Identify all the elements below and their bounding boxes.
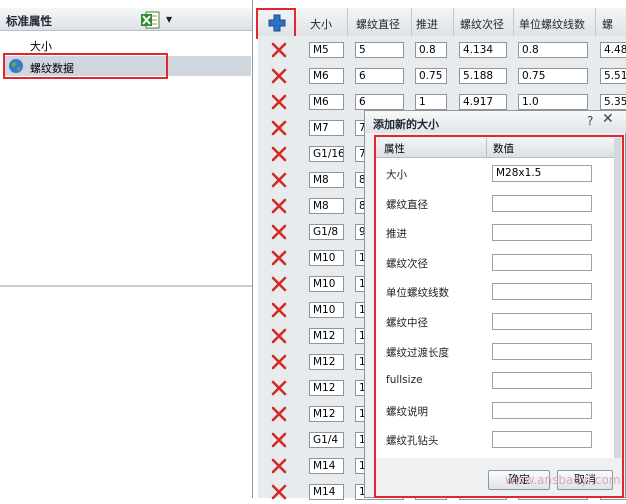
delete-x-icon[interactable] (270, 379, 288, 397)
watermark: www.ansbaoyi.com (505, 473, 621, 487)
delete-x-icon[interactable] (270, 67, 288, 85)
panel-title: 标准属性 (6, 14, 52, 28)
col-separator (453, 8, 454, 36)
delete-x-icon[interactable] (270, 275, 288, 293)
table-cell[interactable]: M10 (309, 276, 344, 292)
table-cell[interactable]: 6 (355, 94, 404, 110)
delete-x-icon[interactable] (270, 353, 288, 371)
delete-x-icon[interactable] (270, 41, 288, 59)
table-cell[interactable]: M12 (309, 354, 344, 370)
table-cell[interactable]: G1/16 (309, 146, 344, 162)
table-cell[interactable]: M14 (309, 458, 344, 474)
delete-x-icon[interactable] (270, 223, 288, 241)
delete-x-icon[interactable] (270, 171, 288, 189)
col-header-threads-per-unit[interactable]: 单位螺纹线数 (519, 16, 585, 32)
dialog-title: 添加新的大小 (373, 118, 439, 131)
table-cell[interactable]: 5.188 (459, 68, 507, 84)
table-cell[interactable]: M6 (309, 94, 344, 110)
delete-x-icon[interactable] (270, 197, 288, 215)
panel-splitter[interactable] (0, 285, 253, 287)
col-header-size[interactable]: 大小 (310, 16, 332, 32)
highlight-box (374, 135, 624, 498)
table-cell[interactable]: 0.75 (415, 68, 447, 84)
table-cell[interactable]: M10 (309, 250, 344, 266)
col-header-pitch[interactable]: 推进 (416, 16, 438, 32)
delete-x-icon[interactable] (270, 457, 288, 475)
table-cell[interactable]: 4.48 (600, 42, 626, 58)
col-separator (411, 8, 412, 36)
delete-x-icon[interactable] (270, 483, 288, 501)
close-icon[interactable]: ✕ (602, 111, 614, 127)
highlight-box (3, 53, 168, 79)
col-header-diameter[interactable]: 螺纹直径 (356, 16, 400, 32)
table-cell[interactable]: M12 (309, 328, 344, 344)
table-cell[interactable]: 6 (355, 68, 404, 84)
delete-x-icon[interactable] (270, 327, 288, 345)
panel-divider (252, 0, 253, 498)
excel-icon[interactable] (140, 11, 160, 29)
col-separator (595, 8, 596, 36)
col-separator (347, 8, 348, 36)
delete-x-icon[interactable] (270, 119, 288, 137)
table-cell[interactable]: M6 (309, 68, 344, 84)
help-icon[interactable]: ? (587, 114, 593, 128)
table-cell[interactable]: 0.8 (518, 42, 588, 58)
table-cell[interactable]: 5.35 (600, 94, 626, 110)
highlight-box (256, 8, 296, 39)
delete-x-icon[interactable] (270, 145, 288, 163)
col-separator (513, 8, 514, 36)
table-cell[interactable]: M8 (309, 198, 344, 214)
table-cell[interactable]: M7 (309, 120, 344, 136)
table-cell[interactable]: 5.51 (600, 68, 626, 84)
table-cell[interactable]: M8 (309, 172, 344, 188)
table-cell[interactable]: M12 (309, 380, 344, 396)
table-cell[interactable]: 0.75 (518, 68, 588, 84)
table-cell[interactable]: 1.0 (518, 94, 588, 110)
table-cell[interactable]: 0.8 (415, 42, 447, 58)
table-cell[interactable]: M5 (309, 42, 344, 58)
delete-x-icon[interactable] (270, 405, 288, 423)
table-cell[interactable]: 5 (355, 42, 404, 58)
delete-x-icon[interactable] (270, 301, 288, 319)
col-header-minor-diameter[interactable]: 螺纹次径 (460, 16, 504, 32)
delete-x-icon[interactable] (270, 93, 288, 111)
chevron-down-icon[interactable]: ▼ (166, 15, 172, 24)
tree-item-size[interactable]: 大小 (30, 38, 52, 54)
col-header-more[interactable]: 螺 (602, 16, 613, 32)
table-cell[interactable]: 4.917 (459, 94, 507, 110)
table-cell[interactable]: 1 (415, 94, 447, 110)
table-cell[interactable]: 4.134 (459, 42, 507, 58)
table-cell[interactable]: G1/4 (309, 432, 344, 448)
table-cell[interactable]: M12 (309, 406, 344, 422)
table-cell[interactable]: M10 (309, 302, 344, 318)
table-cell[interactable]: G1/8 (309, 224, 344, 240)
delete-x-icon[interactable] (270, 431, 288, 449)
delete-x-icon[interactable] (270, 249, 288, 267)
